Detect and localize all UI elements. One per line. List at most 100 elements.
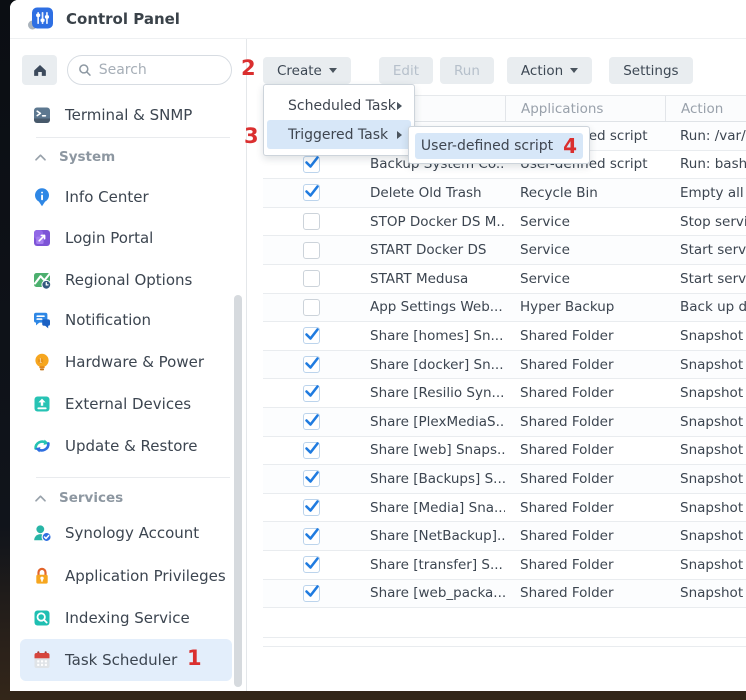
task-application: Service xyxy=(505,214,665,230)
task-name: Share [Media] Sna... xyxy=(370,500,505,516)
table-row[interactable]: STOP Docker DS M... Service Stop servic xyxy=(263,208,746,237)
row-checkbox[interactable] xyxy=(303,470,320,487)
row-checkbox[interactable] xyxy=(303,528,320,545)
column-header-action[interactable]: Action xyxy=(665,96,746,121)
sidebar-scrollbar[interactable] xyxy=(234,295,242,687)
task-action: Snapshot xyxy=(665,500,746,516)
table-row[interactable]: Share [Media] Sna... Shared Folder Snaps… xyxy=(263,494,746,523)
submenu-arrow-icon xyxy=(397,102,402,110)
table-row[interactable]: Delete Old Trash Recycle Bin Empty all R xyxy=(263,179,746,208)
task-name: START Medusa xyxy=(370,271,505,287)
task-action: Empty all R xyxy=(665,185,746,201)
create-button[interactable]: Create xyxy=(263,57,351,84)
row-checkbox[interactable] xyxy=(303,184,320,201)
row-checkbox[interactable] xyxy=(303,499,320,516)
search-input[interactable] xyxy=(99,62,221,78)
row-checkbox[interactable] xyxy=(303,299,320,316)
titlebar: Control Panel xyxy=(10,0,746,39)
annotation-step-4: 4 xyxy=(563,134,577,158)
table-row[interactable]: App Settings Web... Hyper Backup Back up… xyxy=(263,294,746,323)
task-action: Snapshot xyxy=(665,357,746,373)
settings-button-label: Settings xyxy=(623,63,678,79)
table-row[interactable]: Share [docker] Sn... Shared Folder Snaps… xyxy=(263,351,746,380)
annotation-step-1: 1 xyxy=(187,646,202,670)
task-application: Shared Folder xyxy=(505,328,665,344)
row-checkbox[interactable] xyxy=(303,413,320,430)
table-row[interactable]: Share [web_packa... Shared Folder Snapsh… xyxy=(263,580,746,609)
row-checkbox[interactable] xyxy=(303,242,320,259)
sidebar-item-label: Info Center xyxy=(65,188,149,206)
application-privileges-icon xyxy=(32,566,52,586)
home-button[interactable] xyxy=(22,55,57,85)
search-box[interactable] xyxy=(67,55,232,85)
sidebar-item-label: Update & Restore xyxy=(65,437,197,455)
task-name: Share [Backups] S... xyxy=(370,471,505,487)
sidebar-item-synology-account[interactable]: Synology Account xyxy=(20,513,232,553)
menu-item-scheduled-task[interactable]: Scheduled Task xyxy=(267,91,411,120)
section-label: Services xyxy=(59,490,123,506)
task-name: App Settings Web... xyxy=(370,299,505,315)
triggered-task-submenu: User-defined script 4 xyxy=(408,126,590,164)
sidebar-item-terminal-snmp[interactable]: Terminal & SNMP xyxy=(20,95,232,135)
toolbar: Create Edit Run Action Settings xyxy=(263,57,746,84)
table-row[interactable]: Share [Resilio Syn... Shared Folder Snap… xyxy=(263,379,746,408)
sidebar-item-application-privileges[interactable]: Application Privileges xyxy=(20,556,232,596)
sidebar-item-login-portal[interactable]: Login Portal xyxy=(20,218,232,258)
task-name: Share [web] Snaps... xyxy=(370,442,505,458)
table-row[interactable]: Share [Backups] S... Shared Folder Snaps… xyxy=(263,465,746,494)
task-application: Hyper Backup xyxy=(505,299,665,315)
table-row[interactable]: START Medusa Service Start servic xyxy=(263,265,746,294)
sidebar-item-label: Terminal & SNMP xyxy=(65,106,192,124)
table-row[interactable]: START Docker DS Service Start servic xyxy=(263,236,746,265)
row-checkbox[interactable] xyxy=(303,270,320,287)
row-checkbox[interactable] xyxy=(303,213,320,230)
row-checkbox[interactable] xyxy=(303,327,320,344)
row-checkbox[interactable] xyxy=(303,585,320,602)
run-button[interactable]: Run xyxy=(440,57,494,84)
submenu-arrow-icon xyxy=(397,131,402,139)
sidebar-item-indexing-service[interactable]: Indexing Service xyxy=(20,598,232,638)
column-header-applications[interactable]: Applications xyxy=(505,96,665,121)
row-checkbox[interactable] xyxy=(303,156,320,173)
task-table: Applications Action User-defined script … xyxy=(263,95,746,647)
task-scheduler-icon xyxy=(32,650,52,670)
sidebar-item-regional-options[interactable]: Regional Options xyxy=(20,260,232,300)
sidebar-item-label: Hardware & Power xyxy=(65,353,204,371)
edit-button[interactable]: Edit xyxy=(379,57,433,84)
action-button-label: Action xyxy=(521,63,563,79)
table-row[interactable]: Share [PlexMediaS... Shared Folder Snaps… xyxy=(263,408,746,437)
menu-item-user-defined-script[interactable]: User-defined script 4 xyxy=(415,133,583,159)
table-row[interactable]: Share [web] Snaps... Shared Folder Snaps… xyxy=(263,437,746,466)
task-application: Shared Folder xyxy=(505,585,665,601)
task-application: Recycle Bin xyxy=(505,185,665,201)
menu-item-triggered-task[interactable]: Triggered Task xyxy=(267,120,411,149)
row-checkbox[interactable] xyxy=(303,442,320,459)
chevron-up-icon xyxy=(34,153,47,162)
table-footer-divider xyxy=(263,638,746,647)
task-name: Share [web_packa... xyxy=(370,585,505,601)
sidebar-item-hardware-power[interactable]: 1 Hardware & Power xyxy=(20,342,232,382)
task-action: Snapshot xyxy=(665,471,746,487)
sidebar-item-update-restore[interactable]: Update & Restore xyxy=(20,426,232,466)
sidebar-item-info-center[interactable]: Info Center xyxy=(20,177,232,217)
task-name: Share [PlexMediaS... xyxy=(370,414,505,430)
sidebar-divider xyxy=(36,137,230,138)
task-action: Start servic xyxy=(665,271,746,287)
task-action: Snapshot xyxy=(665,328,746,344)
table-row[interactable]: Share [transfer] S... Shared Folder Snap… xyxy=(263,551,746,580)
row-checkbox[interactable] xyxy=(303,356,320,373)
row-checkbox[interactable] xyxy=(303,385,320,402)
sidebar-item-notification[interactable]: Notification xyxy=(20,300,232,340)
notification-icon xyxy=(32,310,52,330)
sidebar-section-services[interactable]: Services xyxy=(34,488,123,508)
table-row[interactable]: Share [NetBackup]... Shared Folder Snaps… xyxy=(263,522,746,551)
action-button[interactable]: Action xyxy=(507,57,592,84)
run-button-label: Run xyxy=(454,63,480,79)
row-checkbox[interactable] xyxy=(303,556,320,573)
external-devices-icon xyxy=(32,394,52,414)
sidebar-item-external-devices[interactable]: External Devices xyxy=(20,384,232,424)
table-row[interactable]: Share [homes] Sn... Shared Folder Snapsh… xyxy=(263,322,746,351)
settings-button[interactable]: Settings xyxy=(609,57,692,84)
info-center-icon xyxy=(32,187,52,207)
sidebar-section-system[interactable]: System xyxy=(34,147,115,167)
